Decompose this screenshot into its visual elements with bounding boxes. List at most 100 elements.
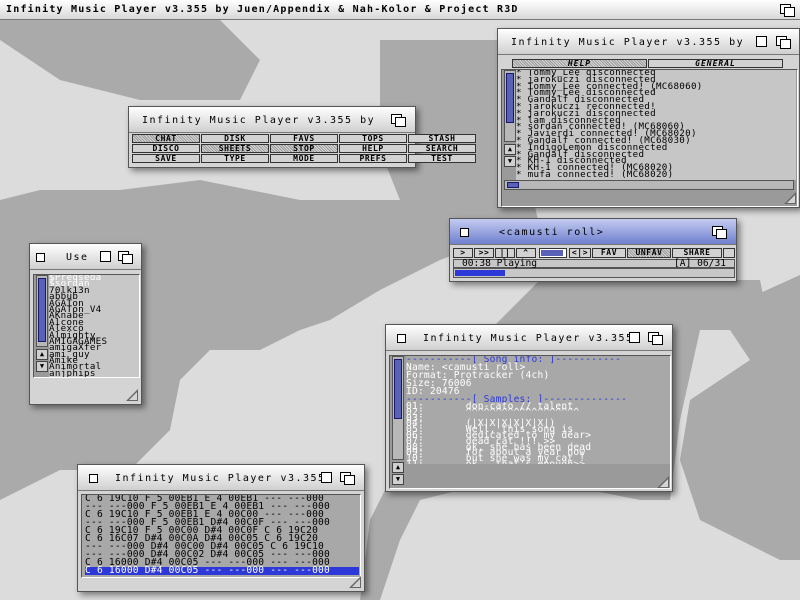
- eject-button[interactable]: ^: [516, 248, 536, 258]
- balance-button[interactable]: <|>: [569, 248, 591, 258]
- menu-button-stop[interactable]: STOP: [270, 144, 338, 153]
- menu-button-type[interactable]: TYPE: [201, 154, 269, 163]
- tab-help[interactable]: HELP: [512, 59, 647, 68]
- player-window-titlebar[interactable]: <camusti roll>: [450, 219, 736, 245]
- menu-button-test[interactable]: TEST: [408, 154, 476, 163]
- info-text: -----------[ Song info: ]----------- Nam…: [406, 356, 670, 464]
- user-window: Use ▲ ▼ $Predseda $sordan 70lk13n abbub AGAT…: [29, 243, 142, 405]
- menu-button-disco[interactable]: DISCO: [132, 144, 200, 153]
- play-button[interactable]: >: [453, 248, 473, 258]
- resize-icon[interactable]: [126, 389, 138, 401]
- chat-scrollbar[interactable]: [504, 70, 516, 142]
- volume-slider[interactable]: [539, 248, 567, 258]
- progress-fill: [455, 270, 506, 276]
- volume-knob[interactable]: [541, 250, 563, 256]
- user-list-area: ▲ ▼ $Predseda $sordan 70lk13n abbub AGATon AG…: [33, 274, 140, 378]
- user-list-item[interactable]: anjphips: [49, 368, 139, 377]
- depth-icon[interactable]: [391, 114, 406, 127]
- share-button[interactable]: SHARE: [672, 248, 722, 258]
- chat-hscroll[interactable]: [504, 180, 794, 190]
- chat-log-area: ▲ ▼ * Tommy_Lee disconnected * jarokuczi …: [501, 69, 798, 207]
- tab-general[interactable]: GENERAL: [648, 59, 783, 68]
- menu-button-favs[interactable]: FAVS: [270, 134, 338, 143]
- scroll-down-icon[interactable]: ▼: [392, 474, 404, 485]
- window-title: Use: [66, 252, 89, 263]
- chat-window: Infinity Music Player v3.355 by J HELP G…: [497, 28, 800, 208]
- zoom-icon[interactable]: [629, 332, 640, 343]
- window-title: Infinity Music Player v3.355: [423, 333, 634, 344]
- menu-button-tops[interactable]: TOPS: [339, 134, 407, 143]
- menu-button-grid: CHAT DISK FAVS TOPS STASH DISCO SHEETS STOP HELP…: [132, 134, 476, 163]
- zoom-icon[interactable]: [756, 36, 767, 47]
- scrollbar-knob[interactable]: [394, 359, 402, 419]
- info-text-area: ▲ ▼ -----------[ Song info: ]-----------…: [389, 355, 671, 489]
- window-title: <camusti roll>: [499, 227, 605, 238]
- pattern-area: C 6 19C10 F 5 00EB1 E 4 00EB1 --- ---000…: [81, 494, 361, 578]
- window-title: Infinity Music Player v3.355 by Ju: [142, 115, 382, 126]
- resize-icon[interactable]: [784, 192, 796, 204]
- menu-button-prefs[interactable]: PREFS: [339, 154, 407, 163]
- info-window: Infinity Music Player v3.355 ▲ ▼ -------…: [385, 324, 673, 492]
- close-icon[interactable]: [89, 474, 98, 483]
- depth-icon[interactable]: [648, 332, 663, 345]
- screen-depth-icon[interactable]: [780, 4, 795, 17]
- close-icon[interactable]: [36, 253, 45, 262]
- menu-window-titlebar[interactable]: Infinity Music Player v3.355 by Ju: [129, 107, 415, 133]
- user-list: $Predseda $sordan 70lk13n abbub AGATon AGATon…: [49, 275, 139, 377]
- scroll-up-icon[interactable]: ▲: [392, 462, 404, 473]
- scroll-down-icon[interactable]: ▼: [36, 361, 48, 372]
- pattern-window: Infinity Music Player v3.355 C 6 19C10 F…: [77, 464, 365, 592]
- close-player-button[interactable]: [723, 248, 735, 258]
- scroll-up-icon[interactable]: ▲: [36, 349, 48, 360]
- pattern-window-titlebar[interactable]: Infinity Music Player v3.355: [78, 465, 364, 491]
- close-icon[interactable]: [397, 334, 406, 343]
- zoom-icon[interactable]: [100, 251, 111, 262]
- window-title: Infinity Music Player v3.355 by J: [511, 37, 751, 48]
- pause-button[interactable]: ||: [495, 248, 515, 258]
- screen-title: Infinity Music Player v3.355 by Juen/App…: [6, 4, 519, 15]
- menu-button-save[interactable]: SAVE: [132, 154, 200, 163]
- window-title: Infinity Music Player v3.355: [115, 473, 326, 484]
- unfav-button[interactable]: UNFAV: [627, 248, 671, 258]
- player-controls: > >> || ^ <|> FAV UNFAV SHARE: [453, 248, 735, 258]
- progress-bar[interactable]: [453, 268, 735, 278]
- menu-window: Infinity Music Player v3.355 by Ju CHAT D…: [128, 106, 476, 168]
- pattern-row[interactable]: C 6 16000 D#4 00C05 --- ---000 --- ---00…: [85, 566, 359, 575]
- pattern-list: C 6 19C10 F 5 00EB1 E 4 00EB1 --- ---000…: [85, 495, 359, 577]
- menu-button-search[interactable]: SEARCH: [408, 144, 476, 153]
- next-button[interactable]: >>: [474, 248, 494, 258]
- menu-button-stash[interactable]: STASH: [408, 134, 476, 143]
- player-window: <camusti roll> > >> || ^ <|> FAV UNFAV S…: [449, 218, 737, 282]
- menu-button-help[interactable]: HELP: [339, 144, 407, 153]
- depth-icon[interactable]: [118, 251, 133, 264]
- menu-button-chat[interactable]: CHAT: [132, 134, 200, 143]
- depth-icon[interactable]: [712, 226, 727, 239]
- menu-button-sheets[interactable]: SHEETS: [201, 144, 269, 153]
- menu-button-mode[interactable]: MODE: [270, 154, 338, 163]
- depth-icon[interactable]: [340, 472, 355, 485]
- chat-log-line: * mufa connected! (MC68020): [516, 168, 674, 180]
- sample-line: 11: ok , that's enough>>: [406, 460, 670, 464]
- status-track: [A] 06/31: [674, 258, 726, 269]
- depth-icon[interactable]: [776, 36, 791, 49]
- status-time: 00:38 Playing: [462, 258, 538, 269]
- hscroll-knob[interactable]: [507, 182, 519, 188]
- close-icon[interactable]: [460, 228, 469, 237]
- player-status: 00:38 Playing [A] 06/31: [453, 259, 735, 268]
- user-scrollbar[interactable]: [36, 275, 48, 347]
- chat-log: * Tommy_Lee disconnected * jarokuczi disc…: [516, 70, 796, 180]
- menu-button-disk[interactable]: DISK: [201, 134, 269, 143]
- chat-window-titlebar[interactable]: Infinity Music Player v3.355 by J: [498, 29, 799, 55]
- zoom-icon[interactable]: [321, 472, 332, 483]
- scrollbar-knob[interactable]: [506, 73, 514, 123]
- info-window-titlebar[interactable]: Infinity Music Player v3.355: [386, 325, 672, 351]
- resize-icon[interactable]: [349, 576, 361, 588]
- scroll-up-icon[interactable]: ▲: [504, 144, 516, 155]
- screen-title-bar: Infinity Music Player v3.355 by Juen/App…: [0, 0, 800, 20]
- fav-button[interactable]: FAV: [592, 248, 626, 258]
- scrollbar-knob[interactable]: [38, 278, 46, 342]
- info-scrollbar[interactable]: [392, 356, 404, 460]
- resize-icon[interactable]: [657, 476, 669, 488]
- scroll-down-icon[interactable]: ▼: [504, 156, 516, 167]
- user-window-titlebar[interactable]: Use: [30, 244, 141, 270]
